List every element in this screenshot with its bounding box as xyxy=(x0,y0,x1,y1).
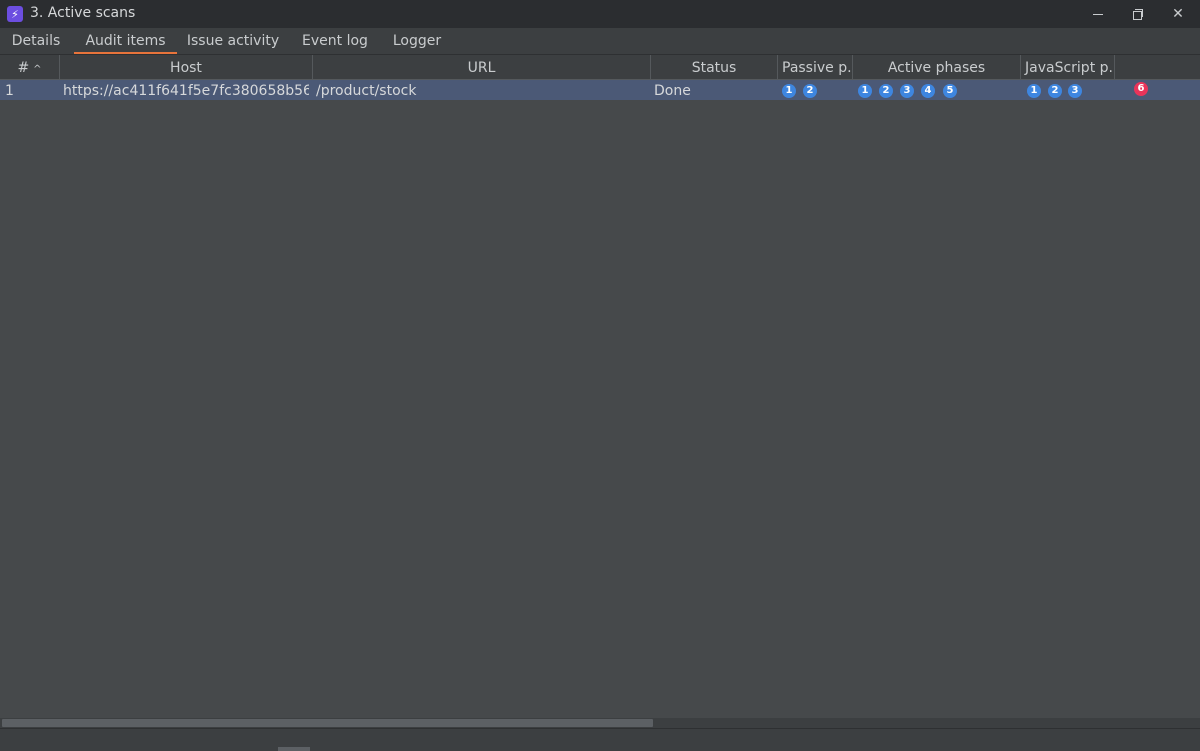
cell-host: https://ac411f641f5e7fc380658b56... xyxy=(63,83,309,99)
resize-handle[interactable] xyxy=(278,747,310,751)
cell-url: /product/stock xyxy=(316,83,417,99)
javascript-phase-badge: 3 xyxy=(1068,84,1082,98)
active-phase-badge: 4 xyxy=(921,84,935,98)
tab-issue-activity[interactable]: Issue activity xyxy=(184,32,282,54)
title-bar: ⚡ 3. Active scans ✕ xyxy=(0,0,1200,28)
restore-icon xyxy=(1133,9,1143,20)
column-header-host[interactable]: Host xyxy=(60,55,313,79)
javascript-phase-badge: 1 xyxy=(1027,84,1041,98)
tab-audit-items[interactable]: Audit items xyxy=(74,32,177,54)
column-header-blank[interactable] xyxy=(1115,55,1200,79)
javascript-phase-badge: 2 xyxy=(1048,84,1062,98)
minimize-icon xyxy=(1093,13,1103,15)
scrollbar-thumb[interactable] xyxy=(2,719,653,727)
active-phase-badge: 3 xyxy=(900,84,914,98)
window-title: 3. Active scans xyxy=(30,5,136,21)
close-button[interactable]: ✕ xyxy=(1158,0,1198,28)
column-header-index[interactable]: # ^ xyxy=(0,55,60,79)
column-header-active-phases[interactable]: Active phases xyxy=(853,55,1021,79)
cell-status: Done xyxy=(654,83,691,99)
lightning-bolt-icon: ⚡ xyxy=(7,6,23,22)
tab-event-log[interactable]: Event log xyxy=(297,32,373,54)
close-icon: ✕ xyxy=(1172,6,1184,22)
passive-phase-badge: 2 xyxy=(803,84,817,98)
active-phase-badge: 1 xyxy=(858,84,872,98)
restore-button[interactable] xyxy=(1118,0,1158,28)
minimize-button[interactable] xyxy=(1078,0,1118,28)
column-header-status[interactable]: Status xyxy=(651,55,778,79)
passive-phase-badge: 1 xyxy=(782,84,796,98)
column-header-passive-phases[interactable]: Passive p... xyxy=(778,55,853,79)
alert-badge: 6 xyxy=(1134,82,1148,96)
tab-details[interactable]: Details xyxy=(6,32,66,54)
horizontal-scrollbar[interactable] xyxy=(0,718,1200,728)
tab-bar: Details Audit items Issue activity Event… xyxy=(0,28,1200,55)
tab-logger[interactable]: Logger xyxy=(388,32,446,54)
column-header-javascript-phases[interactable]: JavaScript p... xyxy=(1021,55,1115,79)
active-phase-badge: 5 xyxy=(943,84,957,98)
sort-ascending-icon: ^ xyxy=(33,64,42,75)
column-header-url[interactable]: URL xyxy=(313,55,651,79)
cell-index: 1 xyxy=(5,83,14,99)
table-header: # ^ Host URL Status Passive p... Active p… xyxy=(0,55,1200,80)
status-bar xyxy=(0,728,1200,751)
table-row[interactable]: 1 https://ac411f641f5e7fc380658b56... /p… xyxy=(0,80,1200,100)
active-phase-badge: 2 xyxy=(879,84,893,98)
audit-items-table: # ^ Host URL Status Passive p... Active p… xyxy=(0,55,1200,718)
